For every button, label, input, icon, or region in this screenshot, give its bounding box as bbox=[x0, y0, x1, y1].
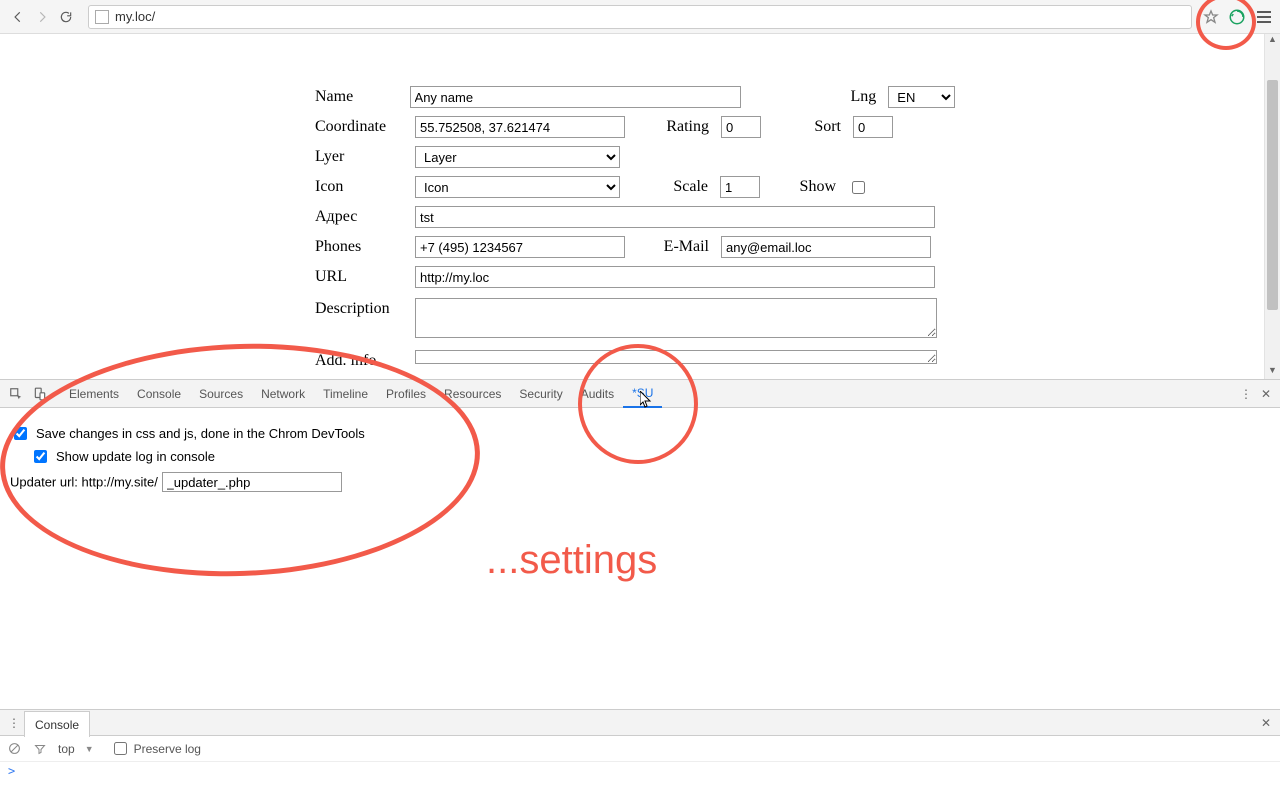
bookmark-icon[interactable] bbox=[1201, 7, 1221, 27]
phones-label: Phones bbox=[315, 238, 415, 256]
page-viewport: Name Lng EN Coordinate Rating Sort Lyer … bbox=[0, 34, 1280, 379]
tab-timeline[interactable]: Timeline bbox=[314, 380, 377, 408]
console-toolbar: top ▼ Preserve log bbox=[0, 736, 1280, 762]
tab-console[interactable]: Console bbox=[128, 380, 190, 408]
devtools: Elements Console Sources Network Timelin… bbox=[0, 379, 1280, 800]
console-context[interactable]: top bbox=[58, 742, 75, 756]
tab-audits[interactable]: Audits bbox=[572, 380, 623, 408]
extension-su-icon[interactable] bbox=[1227, 7, 1247, 27]
sort-label: Sort bbox=[761, 118, 853, 136]
su-show-log-text: Show update log in console bbox=[56, 449, 215, 464]
forward-button[interactable] bbox=[30, 5, 54, 29]
addinfo-label: Add. info bbox=[315, 350, 415, 370]
back-button[interactable] bbox=[6, 5, 30, 29]
console-prompt-icon: > bbox=[8, 764, 15, 778]
name-input[interactable] bbox=[410, 86, 741, 108]
su-save-changes-text: Save changes in css and js, done in the … bbox=[36, 426, 365, 441]
tab-network[interactable]: Network bbox=[252, 380, 314, 408]
lng-select[interactable]: EN bbox=[888, 86, 955, 108]
toggle-device-icon[interactable] bbox=[28, 382, 52, 406]
browser-menu-button[interactable] bbox=[1254, 7, 1274, 27]
addinfo-textarea[interactable] bbox=[415, 350, 937, 364]
preserve-log-text: Preserve log bbox=[134, 742, 201, 756]
console-body[interactable]: > bbox=[0, 762, 1280, 800]
drawer-tab-console[interactable]: Console bbox=[24, 711, 90, 737]
scroll-thumb[interactable] bbox=[1267, 80, 1278, 310]
drawer-tabbar: ⋮ Console ✕ bbox=[0, 710, 1280, 736]
browser-toolbar: my.loc/ bbox=[0, 0, 1280, 34]
scale-label: Scale bbox=[620, 178, 720, 196]
preserve-log-label[interactable]: Preserve log bbox=[110, 739, 201, 758]
email-label: E-Mail bbox=[625, 238, 721, 256]
show-checkbox[interactable] bbox=[852, 181, 865, 194]
su-show-log-checkbox[interactable] bbox=[34, 450, 47, 463]
icon-select[interactable]: Icon bbox=[415, 176, 620, 198]
sort-input[interactable] bbox=[853, 116, 893, 138]
desc-textarea[interactable] bbox=[415, 298, 937, 338]
inspect-element-icon[interactable] bbox=[4, 382, 28, 406]
preserve-log-checkbox[interactable] bbox=[114, 742, 127, 755]
devtools-tabbar: Elements Console Sources Network Timelin… bbox=[0, 380, 1280, 408]
devtools-more-icon[interactable]: ⋮ bbox=[1236, 387, 1256, 401]
tab-security[interactable]: Security bbox=[510, 380, 571, 408]
su-updater-url-input[interactable] bbox=[162, 472, 342, 492]
scroll-up-arrow[interactable]: ▲ bbox=[1265, 34, 1280, 48]
addr-input[interactable] bbox=[415, 206, 935, 228]
tab-profiles[interactable]: Profiles bbox=[377, 380, 435, 408]
scroll-down-arrow[interactable]: ▼ bbox=[1265, 365, 1280, 379]
su-save-changes-checkbox-label[interactable]: Save changes in css and js, done in the … bbox=[10, 424, 365, 443]
desc-label: Description bbox=[315, 298, 415, 318]
name-label: Name bbox=[315, 88, 410, 106]
reload-button[interactable] bbox=[54, 5, 78, 29]
addr-label: Адрес bbox=[315, 208, 415, 226]
scale-input[interactable] bbox=[720, 176, 760, 198]
coord-input[interactable] bbox=[415, 116, 625, 138]
form: Name Lng EN Coordinate Rating Sort Lyer … bbox=[315, 82, 955, 370]
tab-sources[interactable]: Sources bbox=[190, 380, 252, 408]
tab-su[interactable]: *SU bbox=[623, 380, 662, 408]
url-input[interactable] bbox=[415, 266, 935, 288]
address-bar[interactable]: my.loc/ bbox=[88, 5, 1192, 29]
rating-input[interactable] bbox=[721, 116, 761, 138]
url-label: URL bbox=[315, 268, 415, 286]
su-panel: Save changes in css and js, done in the … bbox=[0, 408, 1280, 709]
show-label: Show bbox=[760, 178, 848, 196]
lng-label: Lng bbox=[801, 88, 888, 106]
context-dropdown-icon[interactable]: ▼ bbox=[85, 744, 94, 754]
devtools-drawer: ⋮ Console ✕ top ▼ Preserve log > bbox=[0, 709, 1280, 800]
coord-label: Coordinate bbox=[315, 118, 415, 136]
tab-resources[interactable]: Resources bbox=[435, 380, 510, 408]
su-save-changes-checkbox[interactable] bbox=[14, 427, 27, 440]
drawer-more-icon[interactable]: ⋮ bbox=[4, 713, 24, 733]
clear-console-icon[interactable] bbox=[6, 741, 22, 757]
icon-label: Icon bbox=[315, 178, 415, 196]
page-scrollbar[interactable]: ▲ ▼ bbox=[1264, 34, 1280, 379]
email-input[interactable] bbox=[721, 236, 931, 258]
su-updater-url-label: Updater url: http://my.site/ bbox=[10, 475, 158, 490]
filter-icon[interactable] bbox=[32, 741, 48, 757]
layer-label: Lyer bbox=[315, 148, 415, 166]
drawer-close-icon[interactable]: ✕ bbox=[1256, 713, 1276, 733]
layer-select[interactable]: Layer bbox=[415, 146, 620, 168]
address-bar-url: my.loc/ bbox=[115, 9, 155, 24]
su-show-log-checkbox-label[interactable]: Show update log in console bbox=[30, 447, 215, 466]
phones-input[interactable] bbox=[415, 236, 625, 258]
tab-elements[interactable]: Elements bbox=[60, 380, 128, 408]
devtools-close-icon[interactable]: ✕ bbox=[1256, 387, 1276, 401]
page-icon bbox=[95, 10, 109, 24]
rating-label: Rating bbox=[625, 118, 721, 136]
